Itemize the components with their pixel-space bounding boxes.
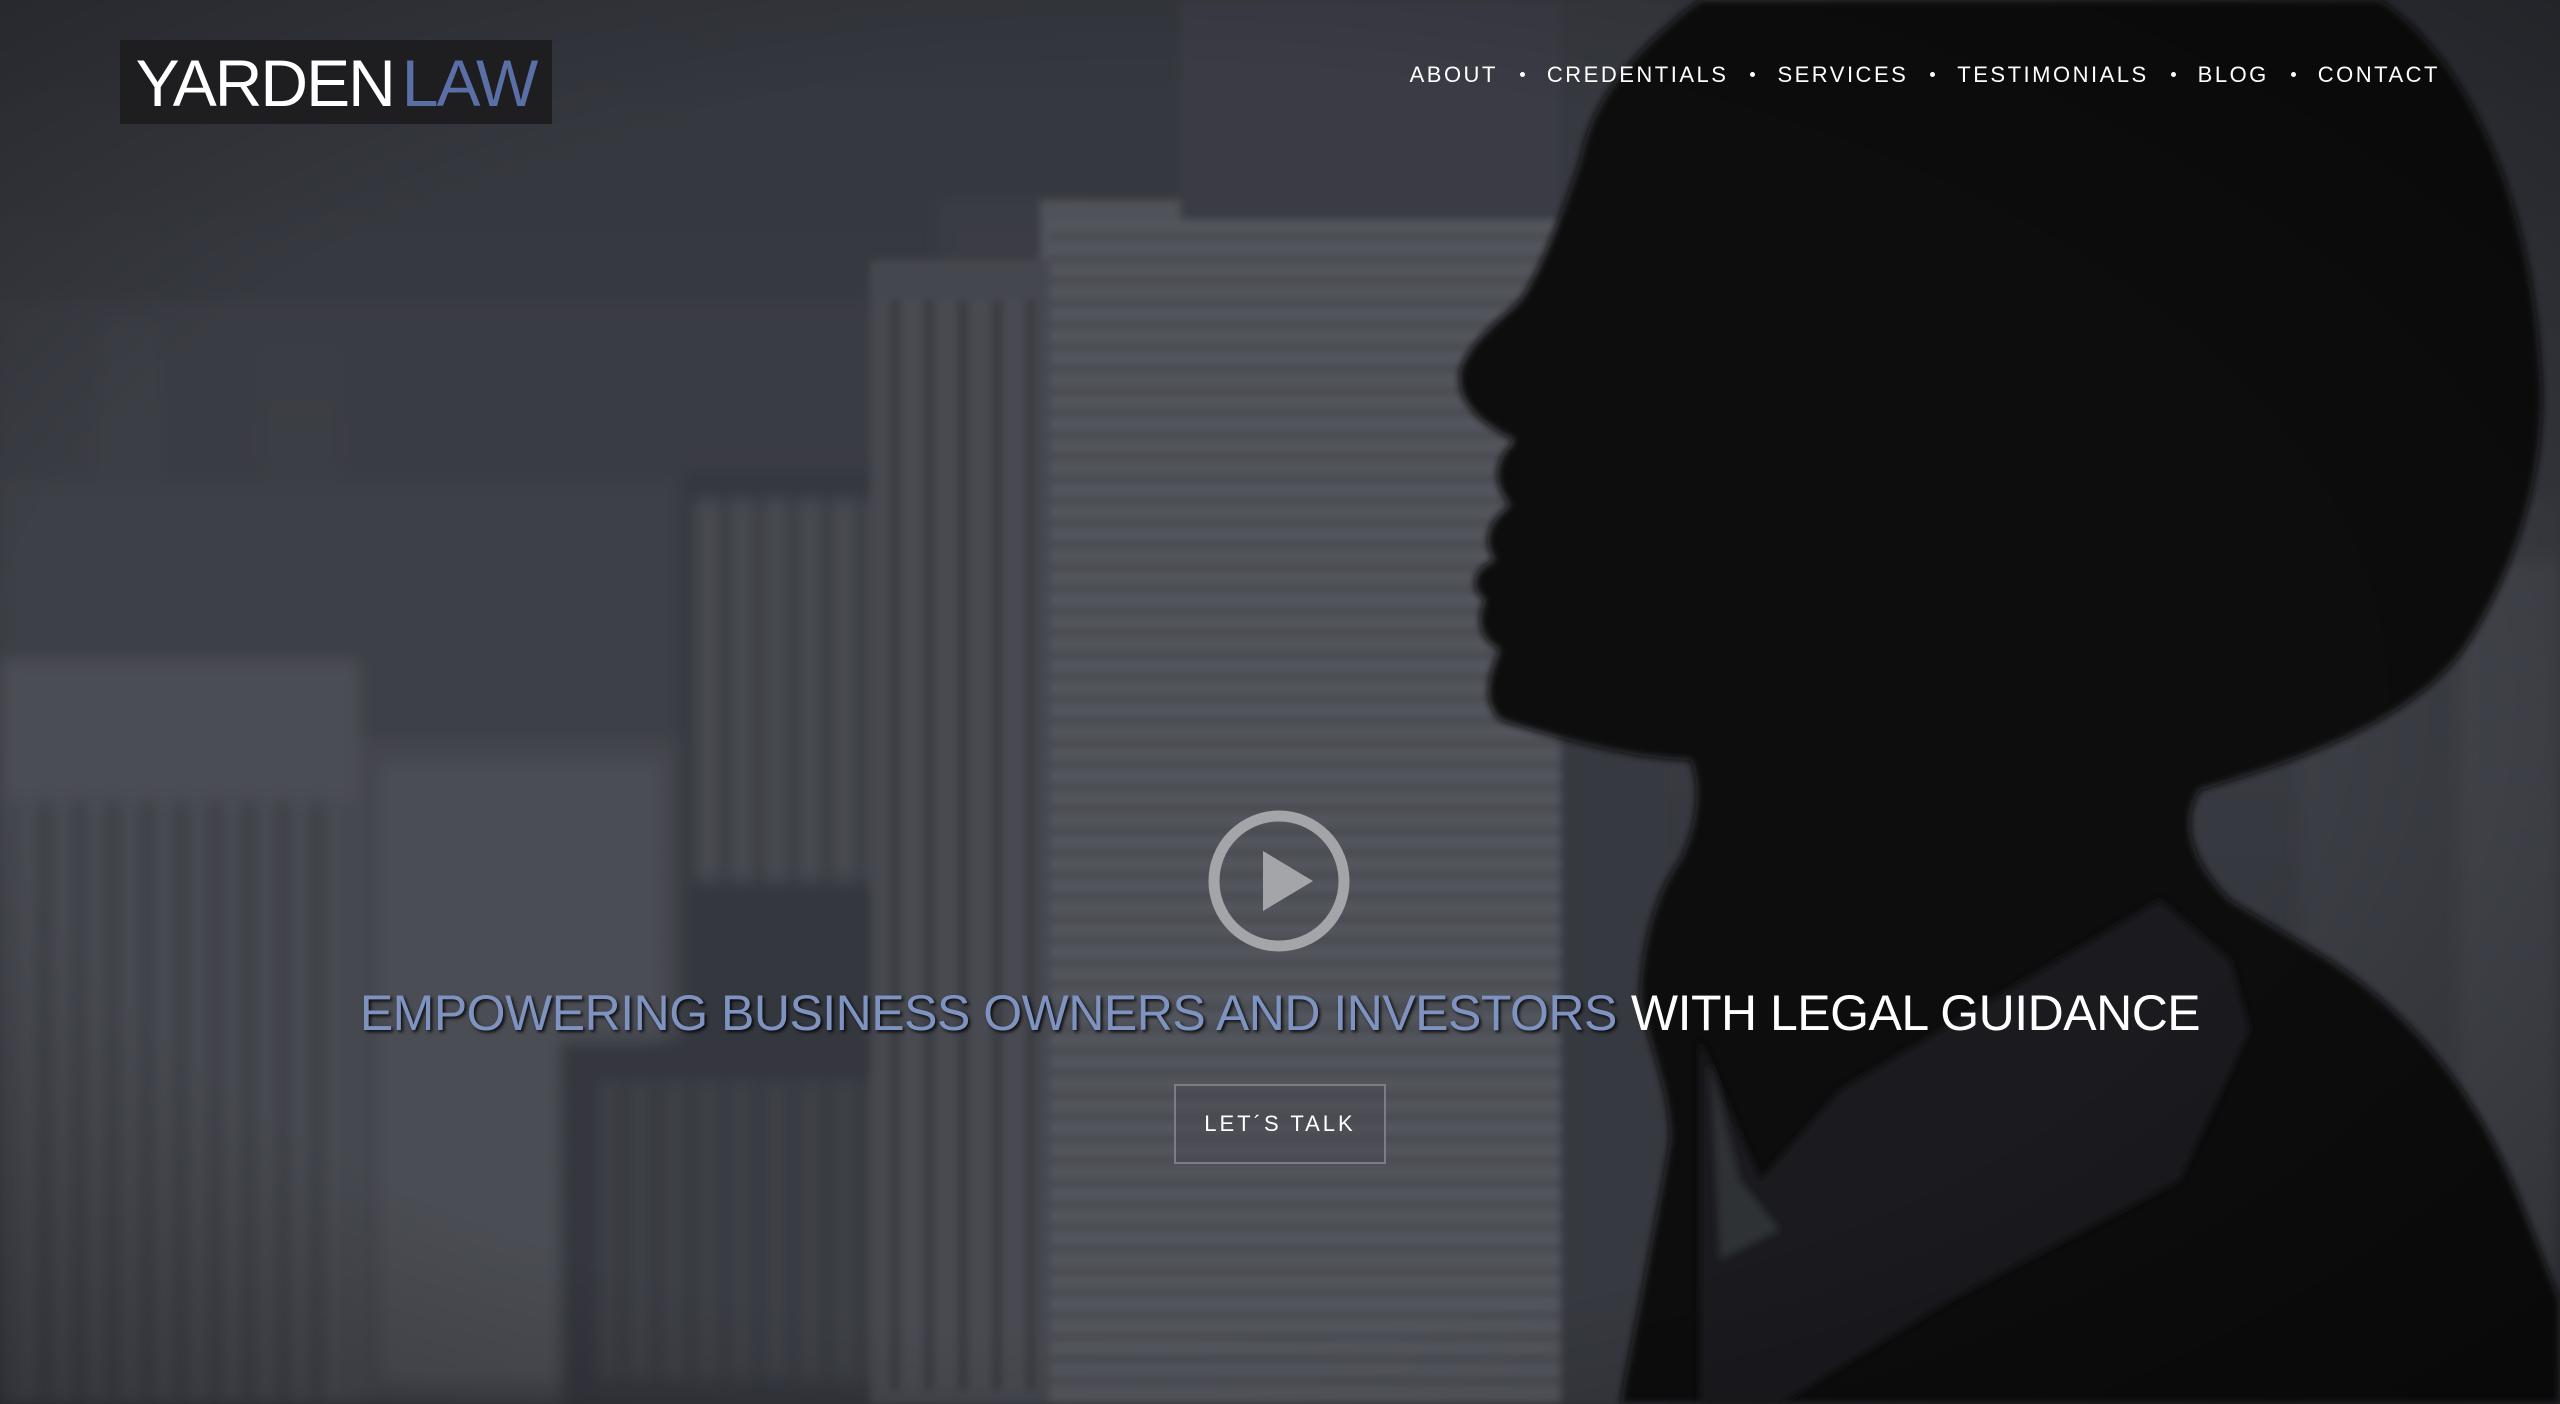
- headline-accent-text: EMPOWERING BUSINESS OWNERS AND INVESTORS: [359, 985, 1618, 1041]
- nav-separator-dot: [2170, 71, 2176, 77]
- nav-item-services[interactable]: SERVICES: [1777, 62, 1908, 88]
- nav-item-about[interactable]: ABOUT: [1410, 62, 1498, 88]
- hero-section: YARDEN LAW ABOUT CREDENTIALS SERVICES TES…: [0, 0, 2560, 1404]
- nav-separator-dot: [1519, 71, 1525, 77]
- lets-talk-button[interactable]: LET´S TALK: [1174, 1084, 1386, 1164]
- nav-item-credentials[interactable]: CREDENTIALS: [1547, 62, 1729, 88]
- nav-item-contact[interactable]: CONTACT: [2318, 62, 2440, 88]
- logo-wordmark: YARDEN LAW: [136, 50, 539, 116]
- nav-item-testimonials[interactable]: TESTIMONIALS: [1957, 62, 2148, 88]
- logo-text-primary: YARDEN: [135, 46, 396, 120]
- site-logo[interactable]: YARDEN LAW: [120, 40, 552, 124]
- play-circle-icon: [1208, 810, 1350, 952]
- logo-text-accent: LAW: [401, 46, 539, 120]
- main-nav: ABOUT CREDENTIALS SERVICES TESTIMONIALS …: [1410, 62, 2440, 88]
- video-play-button[interactable]: [1207, 809, 1351, 953]
- nav-separator-dot: [1750, 71, 1756, 77]
- hero-headline: EMPOWERING BUSINESS OWNERS AND INVESTORS…: [0, 988, 2560, 1038]
- nav-separator-dot: [2290, 71, 2296, 77]
- hero-background-image: [0, 0, 2560, 1404]
- nav-item-blog[interactable]: BLOG: [2198, 62, 2269, 88]
- headline-main-text: WITH LEGAL GUIDANCE: [1630, 985, 2201, 1041]
- nav-separator-dot: [1930, 71, 1936, 77]
